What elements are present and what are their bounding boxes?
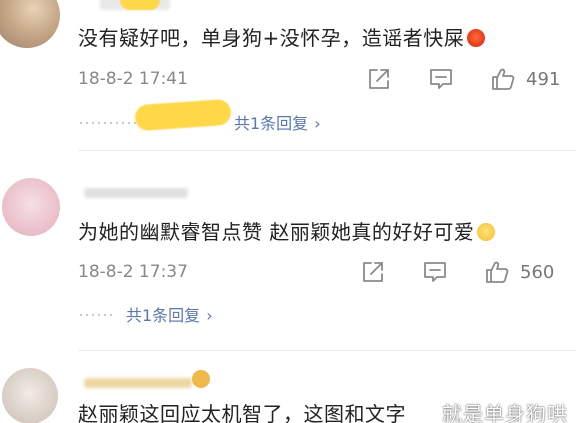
- comment-actions: 18-8-2 17:37 560: [78, 259, 576, 287]
- shy-smile-emoji-icon: [477, 223, 496, 241]
- angry-emoji-icon: [467, 29, 486, 47]
- username-blurred[interactable]: [84, 378, 192, 388]
- like-count: 491: [526, 69, 561, 90]
- reply-label: 共1条回复: [126, 306, 201, 325]
- like-icon[interactable]: [490, 66, 516, 92]
- avatar[interactable]: [2, 178, 60, 236]
- comment-body: 没有疑好吧，单身狗+没怀孕，造谣者快屎: [78, 26, 465, 50]
- chevron-right-icon: ›: [206, 306, 213, 325]
- avatar[interactable]: [2, 368, 58, 423]
- share-icon[interactable]: [360, 259, 386, 285]
- view-replies-link[interactable]: 共1条回复 ›: [126, 302, 213, 326]
- comment-text: 赵丽颖这回应太机智了，这图和文字: [78, 398, 406, 423]
- like-icon[interactable]: [484, 259, 510, 285]
- user-badge-icon: [192, 370, 210, 388]
- timestamp: 18-8-2 17:37: [78, 262, 188, 282]
- username-blurred[interactable]: [84, 188, 188, 198]
- view-replies-link[interactable]: 共1条回复 ›: [234, 110, 321, 134]
- timestamp: 18-8-2 17:41: [78, 69, 188, 89]
- comment-thread: 没有疑好吧，单身狗+没怀孕，造谣者快屎 18-8-2 17:41 491 共1条…: [0, 0, 576, 423]
- comment-actions: 18-8-2 17:41 491: [78, 66, 576, 94]
- highlight-mark: [120, 0, 160, 10]
- reply-indicator: [78, 314, 114, 316]
- comment-text: 没有疑好吧，单身狗+没怀孕，造谣者快屎: [78, 22, 486, 51]
- share-icon[interactable]: [366, 66, 392, 92]
- comment-icon[interactable]: [422, 259, 448, 285]
- reply-indicator: [78, 122, 138, 124]
- comment-text: 为她的幽默睿智点赞 赵丽颖她真的好好可爱: [78, 216, 496, 245]
- like-count: 560: [520, 262, 555, 283]
- comment-icon[interactable]: [428, 66, 454, 92]
- avatar[interactable]: [0, 0, 60, 48]
- reply-label: 共1条回复: [234, 114, 309, 133]
- divider: [78, 350, 576, 351]
- watermark: 就是单身狗哄: [442, 402, 568, 423]
- chevron-right-icon: ›: [314, 114, 321, 133]
- divider: [78, 150, 576, 151]
- highlight-mark: [134, 98, 232, 132]
- comment-body: 为她的幽默睿智点赞 赵丽颖她真的好好可爱: [78, 220, 475, 244]
- comment-body: 赵丽颖这回应太机智了，这图和文字: [78, 402, 406, 423]
